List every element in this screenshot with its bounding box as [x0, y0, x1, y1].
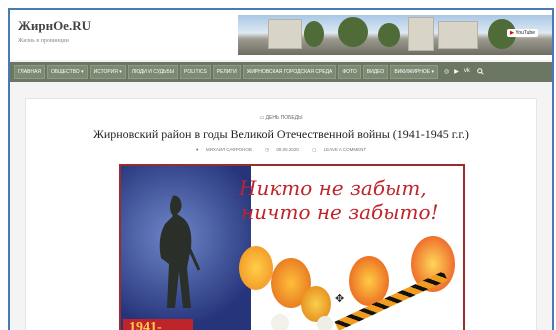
- youtube-badge[interactable]: ▶ YouTube: [507, 29, 538, 37]
- clock-icon: ◷: [265, 147, 270, 152]
- soldier-statue: [159, 195, 201, 308]
- comment-link[interactable]: ▢ LEAVE A COMMENT: [309, 147, 369, 152]
- nav-item-society[interactable]: ОБЩЕСТВО ▾: [46, 65, 88, 79]
- article-title[interactable]: Жирновский район в годы Великой Отечеств…: [26, 127, 536, 142]
- nav-item-video[interactable]: ВИДЕО: [362, 65, 389, 79]
- nav-item-politics[interactable]: POLITICS: [180, 65, 211, 79]
- daisy-decoration: [317, 316, 333, 330]
- comment-label[interactable]: LEAVE A COMMENT: [324, 147, 366, 152]
- article-featured-image[interactable]: Никто не забыт, ничто не забыто! 1941- ✥: [119, 164, 465, 330]
- youtube-icon[interactable]: ▶: [454, 68, 459, 77]
- article-card: ▭ ДЕНЬ ПОБЕДЫ Жирновский район в годы Ве…: [25, 98, 537, 330]
- article-meta: ● МИХАИЛ САФРОНОВ ◷ 08.05.2020 ▢ LEAVE A…: [26, 147, 536, 153]
- post-date: ◷ 08.05.2020: [262, 147, 302, 152]
- poster-year: 1941-: [123, 319, 193, 330]
- main-navigation: ГЛАВНАЯ ОБЩЕСТВО ▾ ИСТОРИЯ ▾ ЛЮДИ И СУДЬ…: [10, 62, 552, 82]
- comment-icon: ▢: [312, 147, 317, 152]
- category-label[interactable]: ДЕНЬ ПОБЕДЫ: [266, 115, 303, 121]
- search-icon[interactable]: [477, 67, 484, 77]
- nav-item-history[interactable]: ИСТОРИЯ ▾: [89, 65, 126, 79]
- slogan-line-2: ничто не забыто!: [241, 200, 439, 224]
- user-icon: ●: [195, 147, 199, 152]
- youtube-icon: ▶: [510, 30, 515, 36]
- nav-item-wiki[interactable]: ВИКИЖИРНОЕ ▾: [390, 65, 439, 79]
- article-category[interactable]: ▭ ДЕНЬ ПОБЕДЫ: [26, 115, 536, 121]
- author-name[interactable]: МИХАИЛ САФРОНОВ: [206, 147, 252, 152]
- move-cursor-icon: ✥: [335, 293, 345, 305]
- browser-viewport: ЖирнОе.RU Жизнь в провинции ▶ YouTube ГЛ…: [8, 8, 554, 330]
- daisy-decoration: [271, 314, 289, 330]
- nav-item-home[interactable]: ГЛАВНАЯ: [14, 65, 45, 79]
- folder-icon: ▭: [259, 115, 265, 121]
- poster-slogan: Никто не забыт, ничто не забыто!: [239, 176, 439, 224]
- vk-icon[interactable]: vk: [464, 68, 470, 77]
- nav-item-people[interactable]: ЛЮДИ И СУДЬБЫ: [127, 65, 179, 79]
- slogan-line-1: Никто не забыт,: [239, 176, 427, 200]
- header-banner-image: ▶ YouTube: [238, 15, 552, 55]
- author-link[interactable]: ● МИХАИЛ САФРОНОВ: [193, 147, 255, 152]
- tulip-decoration: [239, 246, 273, 290]
- nav-item-photo[interactable]: ФОТО: [338, 65, 361, 79]
- site-logo[interactable]: ЖирнОе.RU: [18, 18, 91, 34]
- date-value: 08.05.2020: [276, 147, 299, 152]
- nav-item-religion[interactable]: РЕЛИГИ: [212, 65, 241, 79]
- youtube-label: YouTube: [515, 30, 535, 36]
- site-header: ЖирнОе.RU Жизнь в провинции ▶ YouTube: [10, 10, 552, 60]
- nav-item-city-environment[interactable]: ЖИРНОВСКАЯ ГОРОДСКАЯ СРЕДА: [242, 65, 337, 79]
- instagram-icon[interactable]: ◎: [444, 68, 449, 77]
- site-tagline: Жизнь в провинции: [18, 38, 69, 44]
